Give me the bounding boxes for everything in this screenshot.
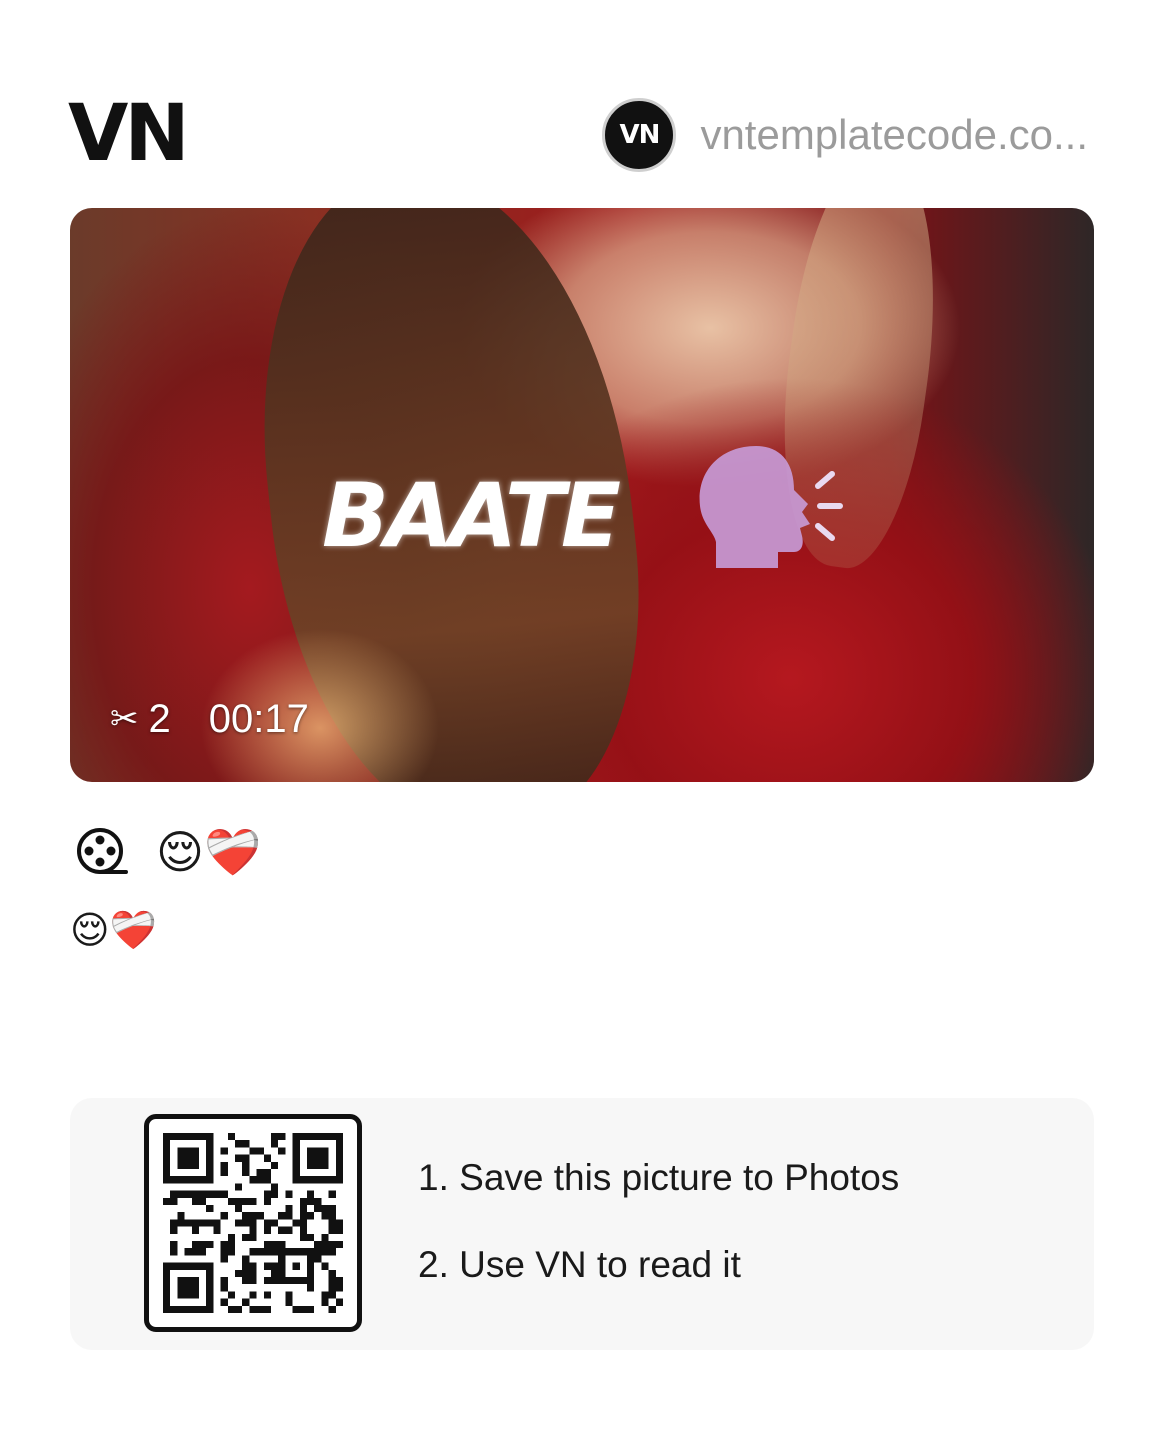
speaking-head-icon [699,446,843,568]
duration: 00:17 [208,696,309,741]
qr-panel: 1. Save this picture to Photos 2. Use VN… [70,1098,1094,1350]
template-description: 😌❤️‍🩹 [70,910,157,952]
template-title: 😌❤️‍🩹 [156,826,262,878]
instructions: 1. Save this picture to Photos 2. Use VN… [418,1156,899,1287]
qr-code [144,1114,362,1332]
template-title-row: 😌❤️‍🩹 [74,822,261,882]
vn-template-share-card: VN VN vntemplatecode.co... BAATE ✂ 2 00:… [0,0,1164,1454]
film-reel-icon [77,828,128,874]
vn-logo: VN [68,89,190,179]
instruction-step-2: 2. Use VN to read it [418,1244,741,1285]
scissors-icon: ✂ [110,700,139,738]
qr-code-icon [163,1133,343,1313]
avatar[interactable]: VN [602,98,677,172]
template-cover-image[interactable]: BAATE ✂ 2 00:17 [70,208,1094,782]
clip-count: 2 [148,696,171,741]
author-name[interactable]: vntemplatecode.co... [700,111,1088,159]
instruction-step-1: 1. Save this picture to Photos [418,1157,900,1198]
author-info[interactable]: VN vntemplatecode.co... [602,98,1088,172]
cover-overlay-title: BAATE [322,464,621,567]
cover-meta: ✂ 2 00:17 [110,696,309,742]
